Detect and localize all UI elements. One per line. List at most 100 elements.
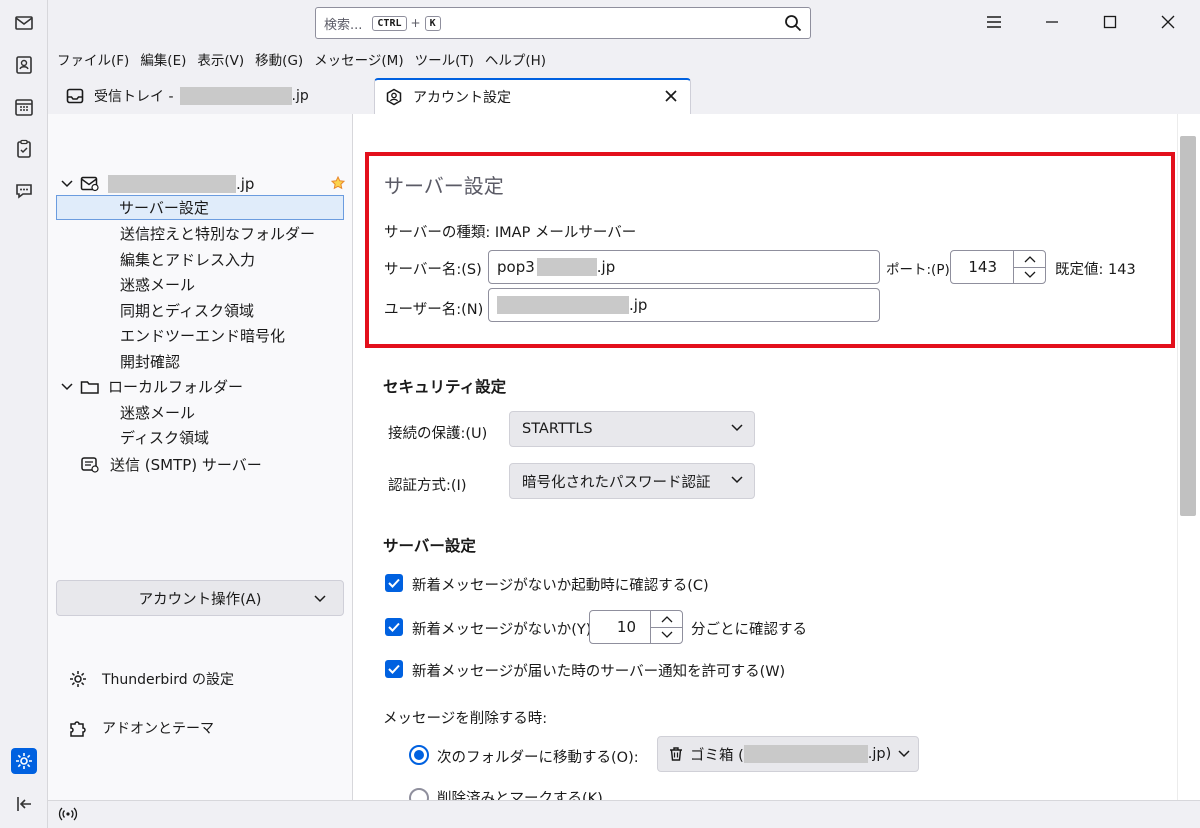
tasks-icon[interactable] bbox=[12, 137, 36, 161]
smtp-label: 送信 (SMTP) サーバー bbox=[110, 456, 262, 474]
folder-icon bbox=[80, 380, 99, 394]
account-tree-pane: .jp サーバー設定 送信控えと特別なフォルダー 編集とアドレス入力 迷惑メール… bbox=[48, 114, 353, 800]
gear-icon bbox=[70, 671, 86, 687]
close-tab-icon[interactable] bbox=[664, 89, 678, 107]
sidebar-item-e2e-encryption[interactable]: エンドツーエンド暗号化 bbox=[120, 323, 285, 348]
local-folders-label: ローカルフォルダー bbox=[108, 378, 244, 396]
username-suffix: .jp bbox=[629, 296, 648, 314]
mail-account-icon bbox=[80, 176, 99, 191]
menu-go[interactable]: 移動(G) bbox=[250, 46, 308, 72]
collapse-sidebar-icon[interactable] bbox=[12, 792, 36, 816]
spin-down-icon[interactable] bbox=[1014, 268, 1045, 284]
menu-message[interactable]: メッセージ(M) bbox=[309, 46, 408, 72]
redacted-username bbox=[497, 296, 629, 314]
tab-inbox[interactable]: 受信トレイ - .jp bbox=[56, 78, 376, 114]
account-settings-icon bbox=[386, 88, 402, 106]
menu-tools[interactable]: ツール(T) bbox=[410, 46, 479, 72]
spin-up-icon[interactable] bbox=[1014, 251, 1045, 268]
trash-icon bbox=[670, 747, 682, 761]
smtp-server-row[interactable]: 送信 (SMTP) サーバー bbox=[80, 452, 262, 477]
sidebar-item-copies-folders[interactable]: 送信控えと特別なフォルダー bbox=[120, 221, 315, 246]
minimize-icon[interactable] bbox=[1038, 8, 1066, 36]
connection-security-select[interactable]: STARTTLS bbox=[509, 411, 755, 447]
account-suffix: .jp bbox=[236, 174, 255, 193]
spin-down-icon[interactable] bbox=[651, 628, 682, 644]
inbox-icon bbox=[66, 88, 84, 104]
settings-gear-icon[interactable] bbox=[11, 748, 37, 774]
server-type-value: IMAP メールサーバー bbox=[494, 225, 637, 241]
chevron-down-icon[interactable] bbox=[60, 177, 74, 191]
allow-notify-label[interactable]: 新着メッセージが届いた時のサーバー通知を許可する(W) bbox=[412, 660, 785, 681]
search-icon[interactable] bbox=[784, 14, 802, 36]
account-actions-label: アカウント操作(A) bbox=[138, 591, 262, 608]
sidebar-item-server-settings[interactable]: サーバー設定 bbox=[56, 195, 344, 220]
tab-bar: 受信トレイ - .jp アカウント設定 bbox=[48, 74, 1200, 114]
mail-icon[interactable] bbox=[12, 11, 36, 35]
username-input[interactable]: .jp bbox=[488, 288, 880, 322]
menu-help[interactable]: ヘルプ(H) bbox=[480, 46, 551, 72]
sidebar-item-label: サーバー設定 bbox=[119, 199, 209, 217]
server-type-key: サーバーの種類: bbox=[384, 225, 491, 241]
sidebar-item-sync-disk[interactable]: 同期とディスク領域 bbox=[120, 298, 254, 323]
menu-edit[interactable]: 編集(E) bbox=[135, 46, 191, 72]
check-every-checkbox[interactable] bbox=[385, 618, 403, 636]
server-settings-heading: サーバー設定 bbox=[384, 174, 504, 198]
server-name-input[interactable]: pop3 .jp bbox=[488, 250, 880, 284]
server-name-prefix: pop3 bbox=[497, 258, 535, 276]
server-settings-subheading: サーバー設定 bbox=[383, 537, 476, 555]
check-interval-value: 10 bbox=[616, 618, 636, 636]
sidebar-item-label: 迷惑メール bbox=[120, 404, 196, 422]
menu-bar: ファイル(F) 編集(E) 表示(V) 移動(G) メッセージ(M) ツール(T… bbox=[48, 44, 1200, 74]
auth-method-label: 認証方式:(I) bbox=[388, 478, 467, 494]
sidebar-item-local-disk[interactable]: ディスク領域 bbox=[120, 425, 209, 450]
spaces-toolbar bbox=[0, 0, 48, 828]
account-row[interactable]: .jp bbox=[60, 171, 345, 196]
sidebar-item-junk[interactable]: 迷惑メール bbox=[120, 272, 195, 297]
move-to-folder-radio[interactable] bbox=[409, 745, 429, 765]
check-interval-spinner[interactable]: 10 bbox=[589, 610, 683, 644]
port-label: ポート:(P) bbox=[886, 262, 950, 278]
spin-up-icon[interactable] bbox=[651, 611, 682, 628]
chevron-down-icon bbox=[731, 424, 743, 432]
auth-method-select[interactable]: 暗号化されたパスワード認証 bbox=[509, 463, 755, 499]
check-every-label[interactable]: 新着メッセージがないか(Y) bbox=[412, 618, 591, 639]
sidebar-item-label: エンドツーエンド暗号化 bbox=[120, 327, 286, 345]
check-startup-checkbox[interactable] bbox=[385, 574, 403, 592]
search-input[interactable]: 検索... CTRL + K bbox=[315, 7, 811, 39]
menu-file[interactable]: ファイル(F) bbox=[52, 46, 134, 72]
allow-notify-checkbox[interactable] bbox=[385, 660, 403, 678]
address-book-icon[interactable] bbox=[12, 53, 36, 77]
sidebar-item-local-junk[interactable]: 迷惑メール bbox=[120, 400, 195, 425]
port-default-label: 既定値: 143 bbox=[1055, 262, 1136, 278]
redacted-trash-account bbox=[743, 745, 868, 763]
calendar-icon[interactable] bbox=[12, 95, 36, 119]
check-startup-label[interactable]: 新着メッセージがないか起動時に確認する(C) bbox=[412, 574, 709, 595]
mark-deleted-label[interactable]: 削除済みとマークする(K) bbox=[437, 787, 603, 800]
tab-account-settings[interactable]: アカウント設定 bbox=[374, 78, 691, 114]
thunderbird-settings-link[interactable]: Thunderbird の設定 bbox=[68, 669, 234, 689]
port-spinner[interactable]: 143 bbox=[950, 250, 1046, 284]
port-value: 143 bbox=[968, 258, 997, 276]
move-to-folder-label[interactable]: 次のフォルダーに移動する(O): bbox=[437, 746, 639, 767]
chat-icon[interactable] bbox=[12, 179, 36, 203]
addons-themes-link[interactable]: アドオンとテーマ bbox=[68, 718, 214, 738]
sidebar-item-return-receipts[interactable]: 開封確認 bbox=[120, 349, 180, 374]
trash-folder-prefix: ゴミ箱 ( bbox=[690, 747, 744, 764]
menu-view[interactable]: 表示(V) bbox=[192, 46, 249, 72]
sidebar-item-composition[interactable]: 編集とアドレス入力 bbox=[120, 247, 255, 272]
online-status-icon[interactable] bbox=[58, 806, 78, 826]
account-actions-button[interactable]: アカウント操作(A) bbox=[56, 580, 344, 616]
close-window-icon[interactable] bbox=[1154, 8, 1182, 36]
local-folders-row[interactable]: ローカルフォルダー bbox=[60, 374, 243, 399]
sidebar-item-label: 同期とディスク領域 bbox=[120, 302, 254, 320]
puzzle-piece-icon bbox=[70, 721, 86, 737]
app-menu-icon[interactable] bbox=[980, 8, 1008, 36]
chevron-down-icon[interactable] bbox=[60, 380, 74, 394]
addons-themes-label: アドオンとテーマ bbox=[102, 721, 214, 737]
check-every-suffix: 分ごとに確認する bbox=[691, 622, 807, 638]
tab-account-settings-label: アカウント設定 bbox=[413, 90, 511, 106]
trash-folder-select[interactable]: ゴミ箱 ( .jp) bbox=[657, 736, 919, 772]
maximize-icon[interactable] bbox=[1096, 8, 1124, 36]
scrollbar-thumb[interactable] bbox=[1180, 136, 1196, 516]
title-bar: 検索... CTRL + K bbox=[48, 0, 1200, 44]
